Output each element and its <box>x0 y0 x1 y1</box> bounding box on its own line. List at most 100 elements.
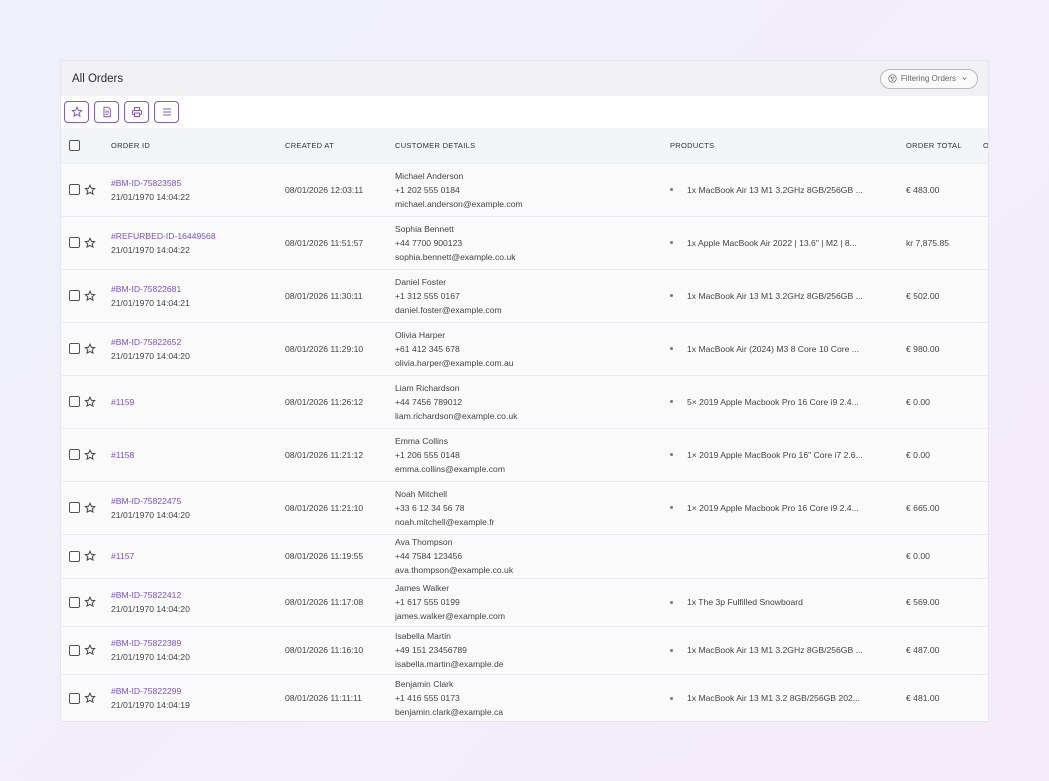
menu-icon <box>162 108 171 116</box>
created-at: 08/01/2026 12:03:11 <box>285 184 364 195</box>
star-icon[interactable] <box>84 342 96 355</box>
filtering-orders-button[interactable]: Filtering Orders <box>879 68 978 89</box>
product-summary: 1x MacBook Air 13 M1 3.2GHz 8GB/256GB ..… <box>687 645 863 655</box>
select-all-checkbox[interactable] <box>69 139 80 151</box>
row-checkbox[interactable] <box>69 550 80 562</box>
order-total: € 0.00 <box>906 551 930 561</box>
created-at: 08/01/2026 11:16:10 <box>285 645 364 655</box>
row-checkbox[interactable] <box>69 184 80 195</box>
star-icon[interactable] <box>84 448 96 461</box>
order-id-link[interactable]: #REFURBED-ID-16449568 <box>111 229 285 243</box>
product-summary: 1x MacBook Air (2024) M3 8 Core 10 Core … <box>687 343 859 354</box>
customer-phone: +1 312 555 0167 <box>395 290 460 301</box>
table-row[interactable]: #BM-ID-75822299 21/01/1970 14:04:19 08/01/… <box>61 674 988 721</box>
customer-phone: +44 7700 900123 <box>395 237 463 248</box>
table-row[interactable]: #BM-ID-75822681 21/01/1970 14:04:21 08/01/… <box>61 269 988 322</box>
star-icon[interactable] <box>84 236 96 249</box>
order-id-link[interactable]: #BM-ID-75822389 <box>111 636 285 650</box>
star-icon[interactable] <box>84 692 96 704</box>
table-row[interactable]: #BM-ID-75822389 21/01/1970 14:04:20 08/01/… <box>61 626 988 674</box>
star-icon[interactable] <box>84 183 96 196</box>
star-icon[interactable] <box>84 550 96 562</box>
export-button[interactable] <box>94 101 119 123</box>
table-row[interactable]: #1159 08/01/2026 11:26:12 Liam Richardson +… <box>61 375 988 428</box>
column-header-order-total[interactable]: ORDER TOTAL <box>906 128 983 163</box>
toolbar <box>61 96 988 128</box>
table-row[interactable]: #BM-ID-75822475 21/01/1970 14:04:20 08/01/… <box>61 481 988 534</box>
customer-email: emma.collins@example.com <box>395 463 505 474</box>
row-checkbox[interactable] <box>69 396 80 407</box>
customer-email: benjamin.clark@example.ca <box>395 707 504 718</box>
table-row[interactable]: #BM-ID-75822412 21/01/1970 14:04:20 08/01/… <box>61 578 988 626</box>
column-header-customer-details[interactable]: CUSTOMER DETAILS <box>395 128 670 163</box>
row-checkbox[interactable] <box>69 596 80 608</box>
bullet-icon <box>670 506 673 509</box>
customer-name: Sophia Bennett <box>395 223 454 234</box>
star-icon[interactable] <box>84 501 96 514</box>
document-icon <box>103 106 111 118</box>
star-icon <box>70 106 83 118</box>
order-id-link[interactable]: #BM-ID-75822299 <box>111 684 285 698</box>
customer-name: Emma Collins <box>395 435 449 446</box>
product-summary: 1x MacBook Air 13 M1 3.2GHz 8GB/256GB ..… <box>687 290 863 301</box>
row-checkbox[interactable] <box>69 290 80 301</box>
row-checkbox[interactable] <box>69 692 80 704</box>
bullet-icon <box>670 294 673 297</box>
customer-details: Michael Anderson +1 202 555 0184 michael.a… <box>395 163 670 216</box>
created-at: 08/01/2026 11:51:57 <box>285 237 364 248</box>
row-checkbox[interactable] <box>69 449 80 460</box>
row-checkbox[interactable] <box>69 644 80 656</box>
favorite-toolbar-button[interactable] <box>64 101 89 123</box>
customer-details: Isabella Martin +49 151 23456789 isabella.… <box>395 626 670 674</box>
order-total: € 487.00 <box>906 645 940 655</box>
created-at: 08/01/2026 11:21:12 <box>285 449 364 460</box>
table-row[interactable]: #BM-ID-75822652 21/01/1970 14:04:20 08/01/… <box>61 322 988 375</box>
product-summary: 5× 2019 Apple Macbook Pro 16 Core i9 2.4… <box>687 396 859 407</box>
column-header-order-id[interactable]: ORDER ID <box>111 128 285 163</box>
table-row[interactable]: #1157 08/01/2026 11:19:55 Ava Thompson +44 … <box>61 534 988 578</box>
customer-phone: +1 202 555 0184 <box>395 184 460 195</box>
table-row[interactable]: #REFURBED-ID-16449568 21/01/1970 14:04:22… <box>61 216 988 269</box>
orders-table: ORDER ID CREATED AT CUSTOMER DETAILS PRO… <box>61 128 988 721</box>
product-summary: 1x MacBook Air 13 M1 3.2 8GB/256GB 202..… <box>687 693 860 704</box>
column-header-created-at[interactable]: CREATED AT <box>285 128 395 163</box>
table-row[interactable]: #BM-ID-75823585 21/01/1970 14:04:22 08/01/… <box>61 163 988 216</box>
customer-name: Daniel Foster <box>395 276 447 287</box>
order-total: € 0.00 <box>906 449 930 460</box>
order-id-link[interactable]: #1157 <box>111 549 285 563</box>
customer-details: James Walker +1 617 555 0199 james.walker@… <box>395 578 670 626</box>
order-id-link[interactable]: #BM-ID-75822475 <box>111 494 285 508</box>
order-id-link[interactable]: #BM-ID-75823585 <box>111 176 285 190</box>
order-id-link[interactable]: #BM-ID-75822652 <box>111 335 285 349</box>
order-id-link[interactable]: #BM-ID-75822681 <box>111 282 285 296</box>
customer-email: olivia.harper@example.com.au <box>395 357 514 368</box>
column-header-products[interactable]: PRODUCTS <box>670 128 906 163</box>
order-total: kr 7,875.85 <box>906 237 949 248</box>
orders-panel: All Orders Filtering Orders ORDER ID CRE… <box>61 61 988 721</box>
order-total: € 481.00 <box>906 693 940 704</box>
star-icon[interactable] <box>84 644 96 656</box>
order-id-link[interactable]: #1158 <box>111 448 285 462</box>
order-id-link[interactable]: #1159 <box>111 395 285 409</box>
star-icon[interactable] <box>84 395 96 408</box>
order-id-link[interactable]: #BM-ID-75822412 <box>111 588 285 602</box>
star-icon[interactable] <box>84 596 96 608</box>
customer-email: liam.richardson@example.co.uk <box>395 410 518 421</box>
star-icon[interactable] <box>84 289 96 302</box>
printer-icon <box>131 107 142 117</box>
created-at: 08/01/2026 11:19:55 <box>285 551 364 561</box>
product-summary: 1× 2019 Apple MacBook Pro 16" Core i7 2.… <box>687 449 863 460</box>
column-header-truncated[interactable]: O <box>983 128 988 163</box>
table-row[interactable]: #1158 08/01/2026 11:21:12 Emma Collins +1 2… <box>61 428 988 481</box>
order-date: 21/01/1970 14:04:20 <box>111 509 190 520</box>
row-checkbox[interactable] <box>69 237 80 248</box>
customer-email: ava.thompson@example.co.uk <box>395 565 514 575</box>
row-checkbox[interactable] <box>69 502 80 513</box>
columns-menu-button[interactable] <box>154 101 179 123</box>
print-button[interactable] <box>124 101 149 123</box>
bullet-icon <box>670 241 673 244</box>
customer-name: Isabella Martin <box>395 631 451 641</box>
customer-email: sophia.bennett@example.co.uk <box>395 251 516 262</box>
customer-phone: +1 617 555 0199 <box>395 597 460 607</box>
row-checkbox[interactable] <box>69 343 80 354</box>
